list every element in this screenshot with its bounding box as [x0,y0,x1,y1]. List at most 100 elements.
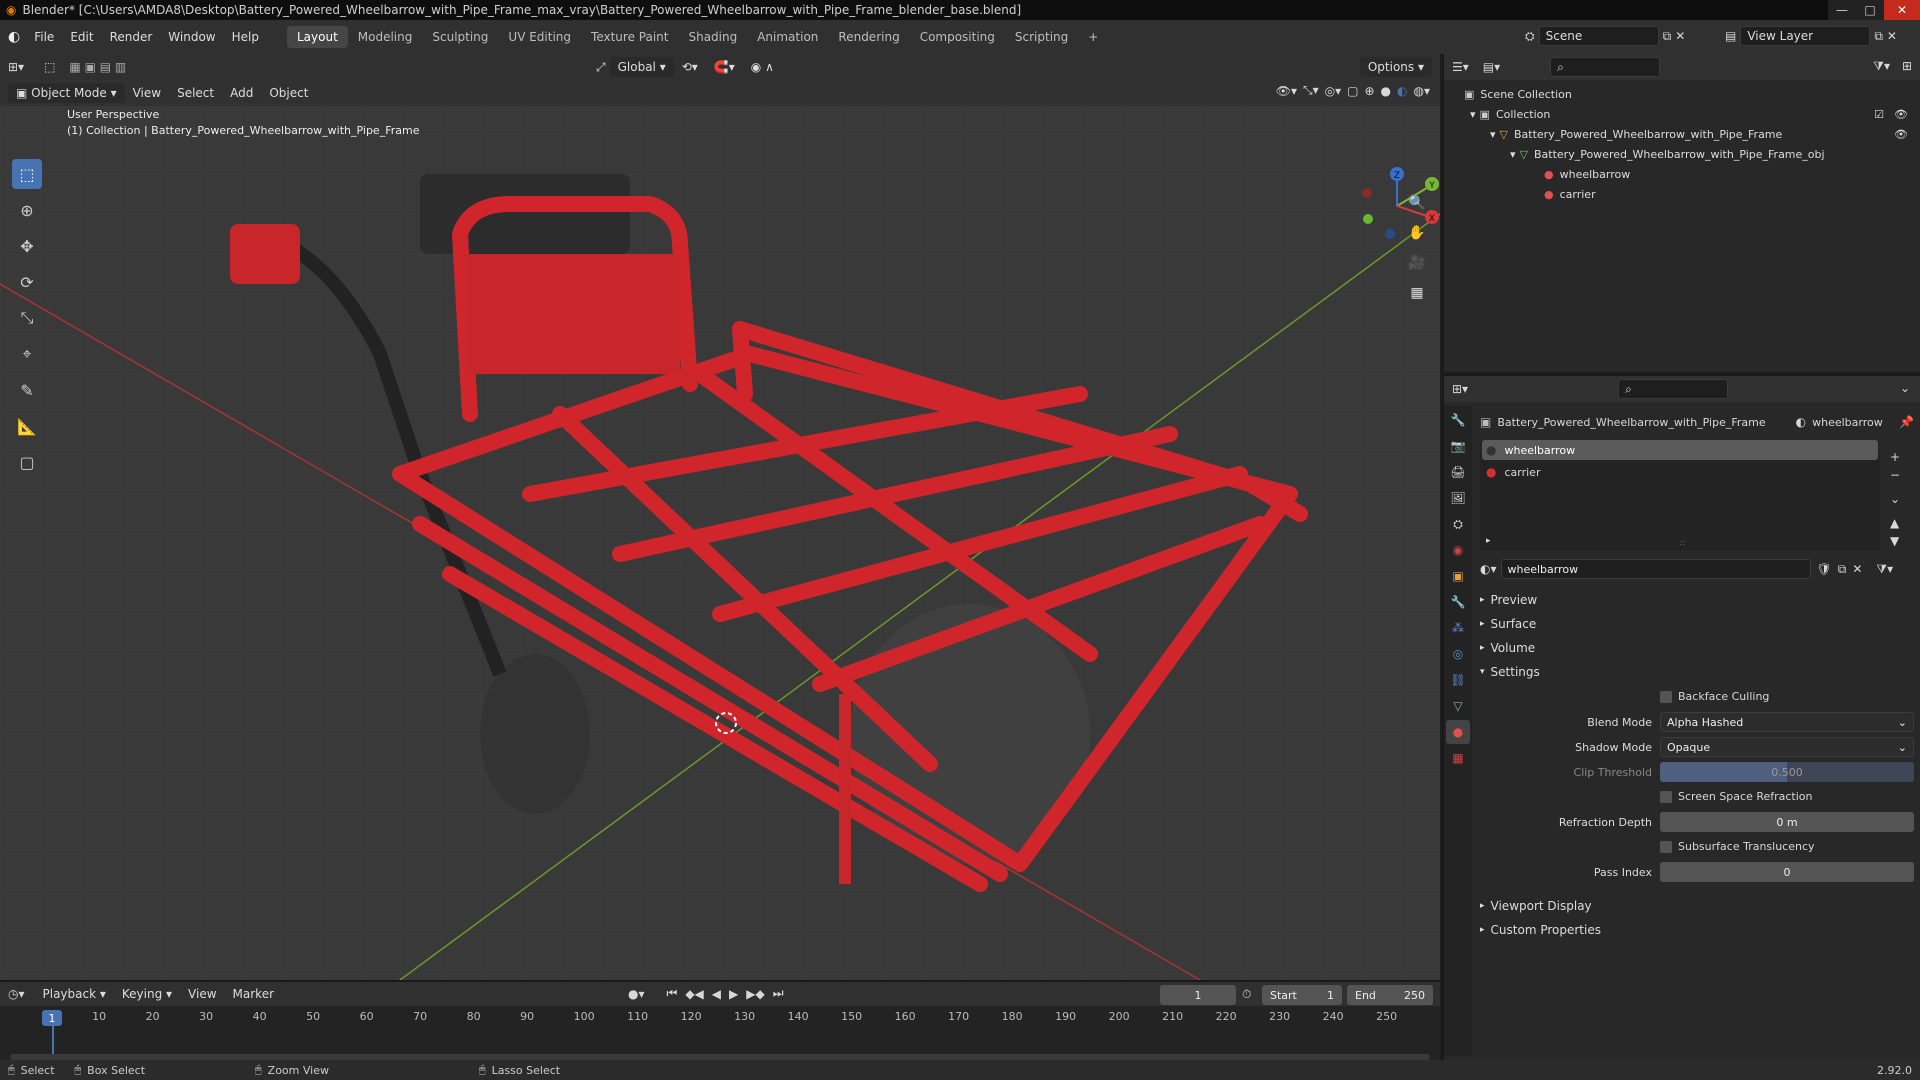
viewport-menu-object[interactable]: Object [261,86,316,100]
material-browse-icon[interactable]: ◐▾ [1480,562,1497,576]
display-mode-icon[interactable]: ▤▾ [1483,60,1500,74]
tab-sculpting[interactable]: Sculpting [422,26,498,48]
particles-tab-icon[interactable]: ⁂ [1446,616,1470,640]
modifier-tab-icon[interactable]: 🔧 [1446,590,1470,614]
timeline-ruler[interactable]: 10 20 30 40 50 60 70 80 90 100 110 120 130 140 150 160 1… [0,1006,1440,1062]
texture-tab-icon[interactable]: ▦ [1446,746,1470,770]
unlink-material-icon[interactable]: ✕ [1852,562,1862,576]
scene-tab-icon[interactable]: ⛭ [1446,512,1470,536]
options-menu[interactable]: Options ▾ [1359,57,1432,77]
new-view-layer-icon[interactable]: ⧉ [1874,29,1883,44]
collapse-icon[interactable]: ⌄ [1900,381,1910,395]
selection-mode-icons[interactable]: ▦ ▣ ▤ ▥ [69,60,126,74]
object-tab-icon[interactable]: ▣ [1446,564,1470,588]
minimize-button[interactable]: — [1828,0,1856,20]
select-mode-icon[interactable]: ⬚ [36,57,63,77]
jump-start-icon[interactable]: ⏮ [667,986,678,1001]
menu-help[interactable]: Help [224,30,267,44]
editor-type-icon[interactable]: ⊞▾ [8,60,24,74]
timeline-menu-view[interactable]: View [180,987,224,1001]
delete-scene-icon[interactable]: ✕ [1675,29,1685,43]
timeline-menu-playback[interactable]: Playback ▾ [35,987,114,1001]
neg-y-axis-icon[interactable] [1363,214,1373,224]
delete-view-layer-icon[interactable]: ✕ [1887,29,1897,43]
disclosure-icon[interactable]: ▾ [1490,128,1496,141]
select-box-tool-icon[interactable]: ⬚ [12,159,42,189]
filter-icon[interactable]: ⧩▾ [1873,59,1890,74]
eye-icon[interactable]: 👁 [1894,128,1908,141]
3d-viewport[interactable]: ⊞▾ ⬚ ▦ ▣ ▤ ▥ ⤢ Global ▾ ⟲▾ 🧲▾ ◉ ∧ Option… [0,54,1440,980]
checkbox-icon[interactable]: ☑ [1874,108,1884,121]
play-reverse-icon[interactable]: ◀ [712,987,721,1001]
shadow-mode-select[interactable]: Opaque ⌄ [1660,737,1914,757]
measure-tool-icon[interactable]: 📐 [12,411,42,441]
wireframe-shading-icon[interactable]: ⊕ [1364,84,1374,98]
pin-icon[interactable]: 📌 [1899,415,1914,429]
slot-row-carrier[interactable]: ● carrier [1482,462,1878,482]
material-name-field[interactable]: wheelbarrow [1500,559,1811,579]
zoom-icon[interactable]: 🔍 [1403,189,1431,217]
timeline-editor-type-icon[interactable]: ◷▾ [8,987,25,1001]
annotate-tool-icon[interactable]: ✎ [12,375,42,405]
scene-field[interactable]: Scene [1538,26,1659,46]
disclosure-icon[interactable]: ▾ [1470,108,1476,121]
output-tab-icon[interactable]: 🖨 [1446,460,1470,484]
viewport-menu-select[interactable]: Select [169,86,222,100]
view-layer-field[interactable]: View Layer [1740,26,1871,46]
tool-tab-icon[interactable]: 🔧 [1446,408,1470,432]
scale-tool-icon[interactable]: ⤡ [12,303,42,333]
render-tab-icon[interactable]: 📷 [1446,434,1470,458]
tab-compositing[interactable]: Compositing [910,26,1005,48]
blender-menu-icon[interactable]: ◐ [8,29,20,45]
overlay-toggle-icon[interactable]: ◎▾ [1325,84,1342,98]
add-workspace-icon[interactable]: + [1078,26,1108,48]
timeline-menu-marker[interactable]: Marker [225,987,282,1001]
material-shading-icon[interactable]: ◐ [1397,84,1407,98]
expand-list-icon[interactable]: ▸ [1486,536,1491,546]
outliner-row-scene-collection[interactable]: ▣ Scene Collection [1464,84,1920,104]
camera-view-icon[interactable]: 🎥 [1403,249,1431,277]
menu-render[interactable]: Render [102,30,161,44]
play-icon[interactable]: ▶ [729,987,738,1001]
physics-tab-icon[interactable]: ◎ [1446,642,1470,666]
menu-file[interactable]: File [26,30,62,44]
add-cube-tool-icon[interactable]: ▢ [12,447,42,477]
maximize-button[interactable]: □ [1856,0,1884,20]
viewport-menu-add[interactable]: Add [222,86,261,100]
remove-slot-icon[interactable]: − [1890,468,1900,482]
outliner-row-collection[interactable]: ▾ ▣ Collection ☑ 👁 [1464,104,1920,124]
snap-icon[interactable]: 🧲▾ [706,57,743,77]
panel-settings[interactable]: ▾ Settings [1480,660,1914,684]
ortho-grid-icon[interactable]: ▦ [1403,279,1431,307]
close-button[interactable]: ✕ [1884,0,1920,20]
add-slot-icon[interactable]: + [1890,450,1900,464]
refraction-depth-field[interactable]: 0 m [1660,812,1914,832]
fake-user-icon[interactable]: 🛡 [1817,562,1832,576]
stopwatch-icon[interactable]: ⏱ [1242,987,1251,1002]
duplicate-material-icon[interactable]: ⧉ [1838,562,1847,577]
viewport-menu-view[interactable]: View [125,86,169,100]
constraints-tab-icon[interactable]: ⛓ [1446,668,1470,692]
pivot-icon[interactable]: ⟲▾ [674,57,706,77]
current-frame-field[interactable]: 1 [1160,985,1236,1005]
outliner-row-material-wheelbarrow[interactable]: ● wheelbarrow [1464,164,1920,184]
mode-select[interactable]: ▣ Object Mode ▾ [8,83,125,103]
cursor-tool-icon[interactable]: ⊕ [12,195,42,225]
solid-shading-icon[interactable]: ● [1381,84,1391,98]
material-tab-icon[interactable]: ● [1446,720,1470,744]
rendered-shading-icon[interactable]: ◍▾ [1414,84,1431,98]
jump-end-icon[interactable]: ⏭ [773,986,784,1001]
rotate-tool-icon[interactable]: ⟳ [12,267,42,297]
move-up-icon[interactable]: ▲ [1890,516,1900,530]
neg-z-axis-icon[interactable] [1385,229,1395,239]
outliner-row-object[interactable]: ▾ ▽ Battery_Powered_Wheelbarrow_with_Pip… [1464,124,1920,144]
end-frame-field[interactable]: End 250 [1347,985,1433,1005]
browse-nodes-icon[interactable]: ⧩▾ [1876,562,1893,577]
disclosure-icon[interactable]: ▾ [1510,148,1516,161]
tab-modeling[interactable]: Modeling [348,26,423,48]
viewport-scene[interactable] [0,54,1440,980]
pass-index-field[interactable]: 0 [1660,862,1914,882]
properties-search-input[interactable]: ⌕ [1618,379,1729,399]
move-tool-icon[interactable]: ✥ [12,231,42,261]
menu-edit[interactable]: Edit [62,30,101,44]
